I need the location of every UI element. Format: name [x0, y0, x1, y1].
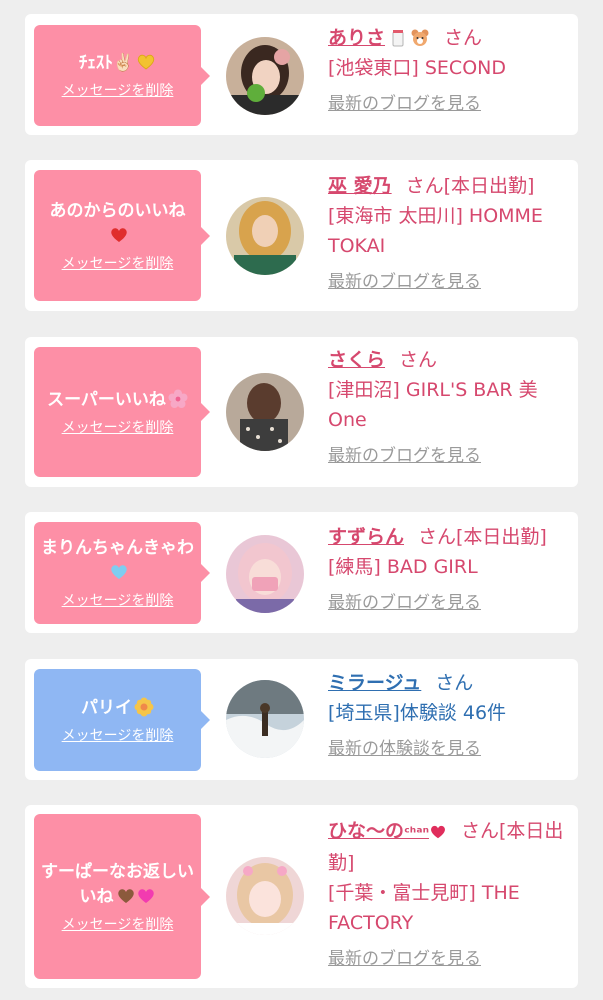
delete-message-link[interactable]: メッセージを削除	[62, 916, 174, 934]
latest-blog-link[interactable]: 最新のブログを見る	[328, 944, 568, 974]
cast-info: 巫 愛乃 さん[本日出勤] [東海市 太田川] HOMME TOKAI 最新のブロ…	[328, 171, 568, 297]
red-heart-icon	[110, 227, 127, 242]
message-text-wrap: すーぱーなお返しいいね	[40, 860, 195, 910]
message-bubble: パリイ メッセージを削除	[34, 669, 210, 771]
message-text-wrap: スーパーいいね	[47, 388, 188, 413]
message-bubble: スーパーいいね メッセージを削除	[34, 347, 210, 477]
avatar[interactable]	[226, 535, 304, 613]
cast-name-link[interactable]: すずらん	[328, 526, 404, 548]
message-text: パリイ	[81, 697, 132, 718]
avatar[interactable]	[226, 680, 304, 758]
shop-link[interactable]: [津田沼] GIRL'S BAR 美One	[328, 375, 568, 435]
shop-link[interactable]: [千葉・富士見町] THE FACTORY	[328, 878, 568, 938]
message-bubble: ﾁｪｽﾄ✌🏻 メッセージを削除	[34, 25, 210, 126]
cherry-blossom-icon	[168, 389, 188, 408]
cast-info: すずらん さん[本日出勤] [練馬] BAD GIRL 最新のブログを見る	[328, 522, 568, 618]
cast-info: ミラージュ さん [埼玉県]体験談 46件 最新の体験談を見る	[328, 668, 568, 764]
shop-link[interactable]: [練馬] BAD GIRL	[328, 552, 568, 582]
message-bubble: すーぱーなお返しいいね メッセージを削除	[34, 814, 210, 979]
message-text: ﾁｪｽﾄ✌🏻	[78, 53, 135, 73]
list-item: まりんちゃんきゃわ メッセージを削除 すずらん さん[本日出勤] [練馬] BAD…	[25, 512, 578, 633]
honorific: さん[本日出勤]	[418, 526, 547, 548]
name-line: 巫 愛乃 さん[本日出勤]	[328, 171, 568, 201]
latest-blog-link[interactable]: 最新のブログを見る	[328, 89, 568, 119]
cast-info: ありさ さん [池袋東口] SECOND 最新のブログを見る	[328, 23, 568, 119]
cast-info: さくら さん [津田沼] GIRL'S BAR 美One 最新のブログを見る	[328, 345, 568, 471]
cast-name-link[interactable]: ミラージュ	[328, 672, 421, 694]
latest-blog-link[interactable]: 最新のブログを見る	[328, 441, 568, 471]
message-text: まりんちゃんきゃわ	[41, 538, 194, 558]
list-item: すーぱーなお返しいいね メッセージを削除 ひな〜のᶜʰᵃⁿ さん[本日出勤] [千…	[25, 805, 578, 988]
bear-icon	[411, 29, 429, 46]
avatar[interactable]	[226, 37, 304, 115]
cast-name-link[interactable]: 巫 愛乃	[328, 175, 392, 197]
cast-name-link[interactable]: さくら	[328, 349, 385, 371]
list-item: パリイ メッセージを削除 ミラージュ さん [埼玉県]体験談 46件 最新の体験談…	[25, 659, 578, 780]
message-bubble: まりんちゃんきゃわ メッセージを削除	[34, 522, 210, 624]
message-text-wrap: ﾁｪｽﾄ✌🏻	[79, 51, 156, 76]
yellow-heart-icon	[137, 54, 155, 70]
latest-review-link[interactable]: 最新の体験談を見る	[328, 734, 568, 764]
honorific: さん	[399, 349, 438, 371]
delete-message-link[interactable]: メッセージを削除	[62, 727, 174, 745]
pink-heart-icon	[137, 888, 154, 903]
shop-link[interactable]: [東海市 太田川] HOMME TOKAI	[328, 201, 568, 261]
brown-heart-icon	[117, 888, 134, 903]
name-line: ありさ さん	[328, 23, 568, 53]
avatar[interactable]	[226, 197, 304, 275]
message-text-wrap: まりんちゃんきゃわ	[40, 536, 195, 586]
name-line: ひな〜のᶜʰᵃⁿ さん[本日出勤]	[328, 816, 568, 878]
message-text-wrap: パリイ	[81, 696, 154, 721]
honorific: さん	[444, 27, 483, 49]
heart-icon	[431, 825, 445, 839]
flower-medal-icon	[134, 697, 154, 716]
delete-message-link[interactable]: メッセージを削除	[62, 255, 174, 273]
latest-blog-link[interactable]: 最新のブログを見る	[328, 588, 568, 618]
like-list: ﾁｪｽﾄ✌🏻 メッセージを削除 ありさ さん [池袋東口] SECOND 最新のブ…	[0, 0, 603, 1000]
cast-name-text: ひな〜の	[328, 820, 405, 842]
shop-link[interactable]: [池袋東口] SECOND	[328, 53, 568, 83]
cast-name-link[interactable]: ひな〜のᶜʰᵃⁿ	[328, 820, 447, 842]
delete-message-link[interactable]: メッセージを削除	[62, 592, 174, 610]
light-blue-heart-icon	[110, 565, 127, 579]
message-text: あのからのいいね	[49, 200, 186, 221]
message-text-wrap: あのからのいいね	[50, 199, 186, 249]
review-count-link[interactable]: [埼玉県]体験談 46件	[328, 698, 568, 728]
honorific: さん	[435, 672, 474, 694]
list-item: ﾁｪｽﾄ✌🏻 メッセージを削除 ありさ さん [池袋東口] SECOND 最新のブ…	[25, 14, 578, 135]
honorific: さん[本日出勤]	[405, 175, 535, 197]
message-text: スーパーいいね	[47, 389, 166, 410]
name-line: さくら さん	[328, 345, 568, 375]
avatar[interactable]	[226, 373, 304, 451]
cast-name-link[interactable]: ありさ	[328, 27, 385, 49]
milk-icon	[392, 30, 404, 47]
name-line: すずらん さん[本日出勤]	[328, 522, 568, 552]
cast-info: ひな〜のᶜʰᵃⁿ さん[本日出勤] [千葉・富士見町] THE FACTORY 最…	[328, 816, 568, 974]
delete-message-link[interactable]: メッセージを削除	[62, 419, 174, 437]
latest-blog-link[interactable]: 最新のブログを見る	[328, 267, 568, 297]
delete-message-link[interactable]: メッセージを削除	[62, 82, 174, 100]
chan-suffix: ᶜʰᵃⁿ	[404, 825, 429, 841]
avatar[interactable]	[226, 857, 304, 935]
list-item: あのからのいいね メッセージを削除 巫 愛乃 さん[本日出勤] [東海市 太田川]…	[25, 160, 578, 311]
name-line: ミラージュ さん	[328, 668, 568, 698]
message-bubble: あのからのいいね メッセージを削除	[34, 170, 210, 301]
list-item: スーパーいいね メッセージを削除 さくら さん [津田沼] GIRL'S BAR …	[25, 337, 578, 487]
